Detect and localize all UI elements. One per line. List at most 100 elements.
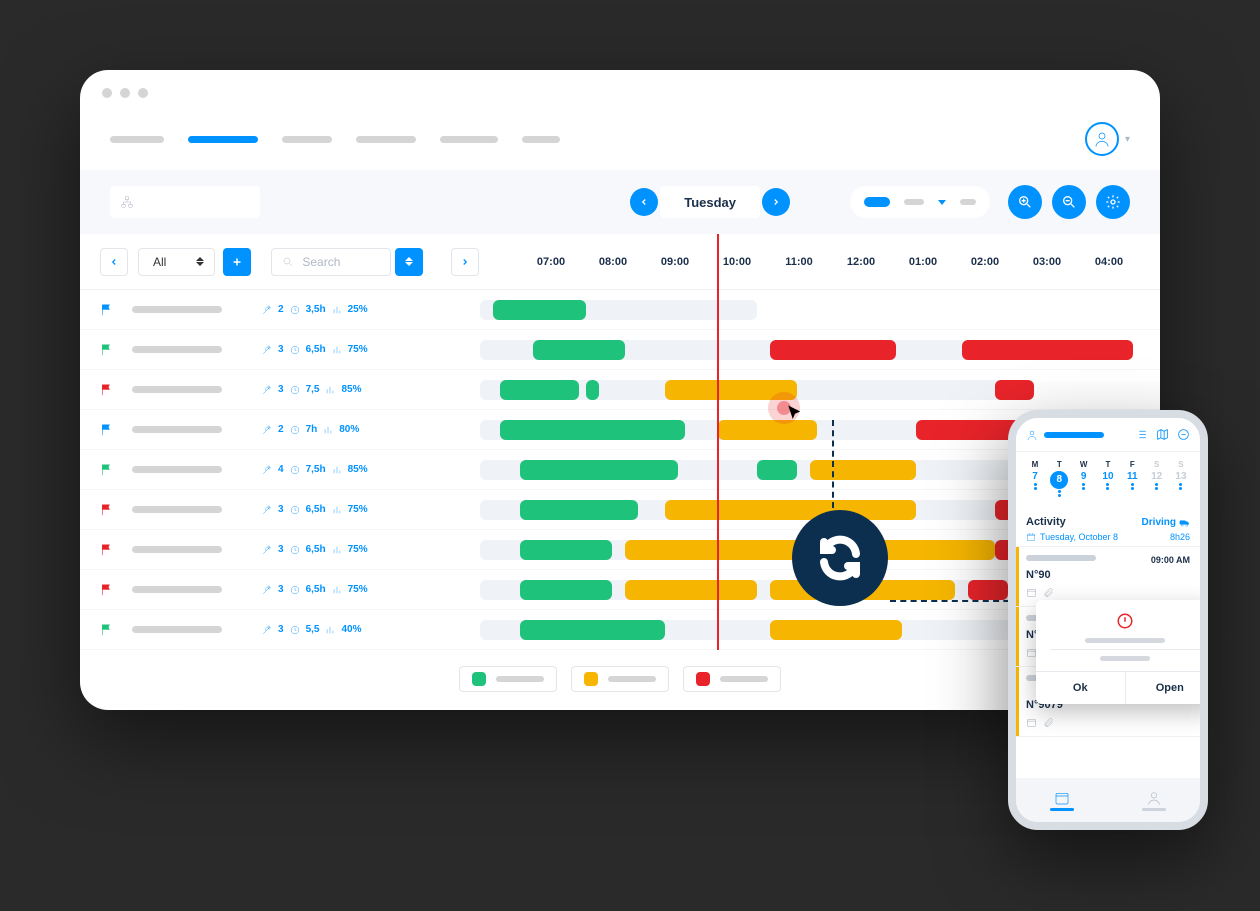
timeline-tick: 12:00 <box>830 256 892 268</box>
resource-row[interactable]: 4 7,5h 85% <box>80 450 1160 490</box>
day-label[interactable]: Tuesday <box>660 186 760 218</box>
flag-icon <box>100 583 114 597</box>
phone-weekday[interactable]: T8 <box>1048 460 1070 498</box>
phone-tab-profile[interactable] <box>1108 778 1200 822</box>
gantt-bar[interactable] <box>520 620 665 640</box>
resource-name <box>132 586 222 593</box>
gantt-bar[interactable] <box>757 460 797 480</box>
resource-stats: 3 6,5h 75% <box>262 584 368 595</box>
gantt-bar[interactable] <box>500 380 579 400</box>
tools-icon <box>262 305 272 315</box>
resource-row[interactable]: 3 7,5 85% <box>80 370 1160 410</box>
prev-day-button[interactable] <box>630 188 658 216</box>
zoom-in-button[interactable] <box>1008 185 1042 219</box>
user-icon <box>1026 429 1038 441</box>
resource-row[interactable]: 2 3,5h 25% <box>80 290 1160 330</box>
timeline-tick: 10:00 <box>706 256 768 268</box>
gantt-bar[interactable] <box>770 620 902 640</box>
avatar[interactable] <box>1085 122 1119 156</box>
flag-icon <box>100 383 114 397</box>
nav-item-active[interactable] <box>188 136 258 143</box>
gantt-bar[interactable] <box>916 420 1022 440</box>
phone-weekday[interactable]: W9 <box>1073 460 1095 498</box>
sync-badge <box>792 510 888 606</box>
nav-item[interactable] <box>440 136 498 143</box>
popup-open-button[interactable]: Open <box>1126 672 1209 704</box>
org-selector[interactable] <box>110 186 260 218</box>
gantt-track[interactable] <box>480 296 1140 323</box>
resource-name <box>132 346 222 353</box>
popup-ok-button[interactable]: Ok <box>1036 672 1126 704</box>
add-button[interactable] <box>223 248 251 276</box>
phone-duration: 8h26 <box>1170 532 1190 542</box>
clock-icon <box>290 585 300 595</box>
view-toggle[interactable] <box>850 186 990 218</box>
gantt-bar[interactable] <box>520 500 639 520</box>
resource-row[interactable]: 3 6,5h 75% <box>80 330 1160 370</box>
gantt-bar[interactable] <box>665 500 916 520</box>
resource-row[interactable]: 3 6,5h 75% <box>80 490 1160 530</box>
nav-item[interactable] <box>282 136 332 143</box>
tools-icon <box>262 585 272 595</box>
collapse-left-button[interactable] <box>100 248 128 276</box>
filter-select[interactable]: All <box>138 248 215 276</box>
minus-circle-icon[interactable] <box>1177 428 1190 441</box>
flag-icon <box>100 503 114 517</box>
gantt-bar[interactable] <box>493 300 585 320</box>
phone-job-item[interactable]: 09:00 AM N°90 <box>1016 547 1200 607</box>
resource-name <box>132 426 222 433</box>
gantt-bar[interactable] <box>586 380 599 400</box>
resource-name <box>132 306 222 313</box>
resource-row[interactable]: 3 6,5h 75% <box>80 570 1160 610</box>
gantt-bar[interactable] <box>968 580 1008 600</box>
phone-weekday[interactable]: S13 <box>1170 460 1192 498</box>
phone-week-picker[interactable]: M7T8W9T10F11S12S13 <box>1016 452 1200 510</box>
gantt-bar[interactable] <box>520 580 612 600</box>
nav-item[interactable] <box>110 136 164 143</box>
phone-weekday[interactable]: M7 <box>1024 460 1046 498</box>
gantt-rows: 2 3,5h 25% 3 6,5h 75% 3 7,5 85% 2 7h 80% <box>80 290 1160 650</box>
resource-row[interactable]: 3 5,5 40% <box>80 610 1160 650</box>
gantt-bar[interactable] <box>625 580 757 600</box>
gantt-bar[interactable] <box>500 420 685 440</box>
zoom-in-icon <box>1017 194 1033 210</box>
resource-row[interactable]: 3 6,5h 75% <box>80 530 1160 570</box>
next-day-button[interactable] <box>762 188 790 216</box>
search-sort-button[interactable] <box>395 248 423 276</box>
chevron-down-icon[interactable]: ▾ <box>1125 134 1130 145</box>
search-icon <box>282 256 294 268</box>
phone-weekday[interactable]: F11 <box>1121 460 1143 498</box>
tools-icon <box>262 625 272 635</box>
gantt-bar[interactable] <box>520 460 678 480</box>
gantt-bar[interactable] <box>520 540 612 560</box>
chart-icon <box>332 585 342 595</box>
phone-weekday[interactable]: T10 <box>1097 460 1119 498</box>
legend-item-green <box>459 666 557 692</box>
timeline-tick: 11:00 <box>768 256 830 268</box>
resource-stats: 3 6,5h 75% <box>262 544 368 555</box>
gantt-track[interactable] <box>480 376 1140 403</box>
gantt-bar[interactable] <box>718 420 817 440</box>
calendar-icon <box>1026 587 1037 598</box>
timeline-tick: 01:00 <box>892 256 954 268</box>
resource-row[interactable]: 2 7h 80% <box>80 410 1160 450</box>
gantt-bar[interactable] <box>995 380 1035 400</box>
clock-icon <box>290 425 300 435</box>
nav-item[interactable] <box>356 136 416 143</box>
expand-right-button[interactable] <box>451 248 479 276</box>
map-icon[interactable] <box>1156 428 1169 441</box>
list-icon[interactable] <box>1135 428 1148 441</box>
nav-item[interactable] <box>522 136 560 143</box>
chart-icon <box>332 545 342 555</box>
zoom-out-button[interactable] <box>1052 185 1086 219</box>
gantt-track[interactable] <box>480 336 1140 363</box>
search-input[interactable]: Search <box>271 248 391 276</box>
gantt-bar[interactable] <box>770 340 895 360</box>
gantt-bar[interactable] <box>533 340 625 360</box>
gantt-bar[interactable] <box>810 460 916 480</box>
settings-button[interactable] <box>1096 185 1130 219</box>
phone-weekday[interactable]: S12 <box>1146 460 1168 498</box>
tools-icon <box>262 505 272 515</box>
phone-tab-schedule[interactable] <box>1016 778 1108 822</box>
gantt-bar[interactable] <box>962 340 1134 360</box>
